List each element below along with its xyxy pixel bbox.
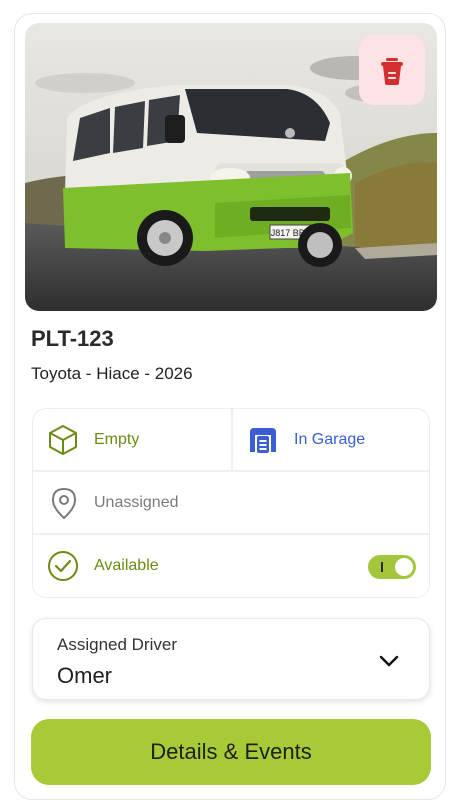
location-status: In Garage [247,409,365,471]
availability-toggle[interactable] [368,555,416,579]
location-pin-icon [51,487,77,520]
assigned-driver-select[interactable]: Assigned Driver Omer [32,618,430,700]
status-divider [231,409,233,471]
garage-icon [250,428,276,453]
assigned-driver-label: Assigned Driver [57,635,177,654]
toggle-on-mark [381,562,383,572]
chevron-down-icon [379,655,399,667]
location-status-label: In Garage [294,431,366,448]
box-icon [49,425,77,455]
trash-icon [381,58,403,85]
details-events-button[interactable]: Details & Events [31,719,431,785]
load-status: Empty [46,409,139,471]
delete-button[interactable] [359,35,425,105]
load-status-label: Empty [94,431,140,448]
toggle-knob [395,558,413,576]
assignment-status: Unassigned [48,472,179,534]
availability-status-label: Available [94,557,159,574]
vehicle-description: Toyota - Hiace - 2026 [31,364,193,383]
assigned-driver-value: Omer [57,663,112,688]
vehicle-plate: PLT-123 [31,326,114,351]
availability-status: Available [46,535,159,597]
check-circle-icon [48,551,78,581]
assignment-status-label: Unassigned [94,494,179,511]
